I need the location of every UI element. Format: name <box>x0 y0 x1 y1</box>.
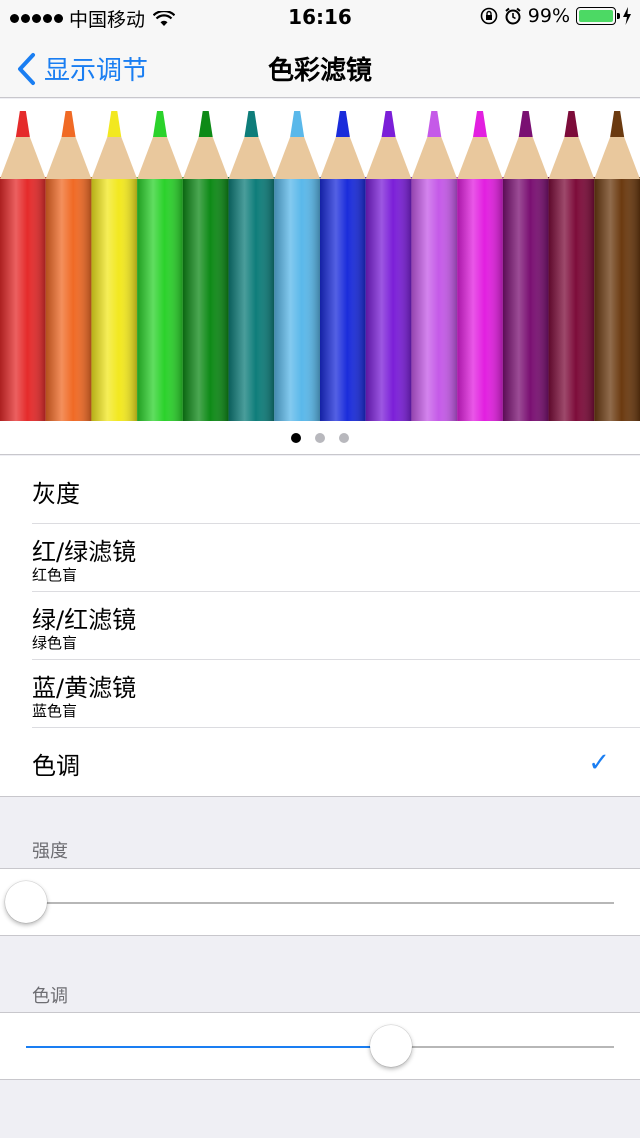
battery-icon <box>576 7 620 25</box>
filter-option[interactable]: 蓝/黄滤镜 蓝色盲 <box>32 660 640 728</box>
page-dot[interactable] <box>291 432 301 443</box>
pencil <box>182 111 229 421</box>
pencil <box>502 111 549 421</box>
pencil <box>137 111 183 421</box>
filter-option[interactable]: 灰度 <box>32 456 640 524</box>
status-bar: 中国移动 16:16 99% <box>0 0 640 32</box>
filter-option[interactable]: 色调 ✓ <box>32 728 640 796</box>
page-dot[interactable] <box>339 432 349 443</box>
filter-option[interactable]: 红/绿滤镜 红色盲 <box>32 524 640 592</box>
page-title: 色彩滤镜 <box>267 56 372 86</box>
intensity-section-label: 强度 <box>32 841 68 862</box>
navigation-bar: 显示调节 色彩滤镜 <box>0 32 640 98</box>
hue-slider-thumb[interactable] <box>369 1025 412 1067</box>
pencil <box>45 111 92 421</box>
orientation-lock-icon <box>480 7 498 25</box>
battery-percent: 99% <box>527 5 570 27</box>
colored-pencils-image <box>0 111 640 421</box>
filter-option-title: 红/绿滤镜 <box>32 538 137 566</box>
pencil <box>548 111 595 421</box>
charging-bolt-icon <box>623 7 631 25</box>
filter-option-subtitle: 蓝色盲 <box>32 702 78 720</box>
hue-slider[interactable] <box>0 1012 640 1080</box>
filter-option-title: 蓝/黄滤镜 <box>32 674 137 702</box>
pencil <box>228 111 275 421</box>
page-dot[interactable] <box>315 432 325 443</box>
checkmark-icon: ✓ <box>588 748 610 778</box>
hue-slider-fill <box>26 1046 391 1048</box>
filter-option-title: 绿/红滤镜 <box>32 606 137 634</box>
filter-preview-banner[interactable] <box>0 99 640 421</box>
pencil <box>320 111 366 421</box>
pencil <box>594 111 640 421</box>
filter-option-subtitle: 红色盲 <box>32 566 78 584</box>
alarm-icon <box>505 7 521 25</box>
filter-list: 灰度 红/绿滤镜 红色盲 绿/红滤镜 绿色盲 蓝/黄滤镜 蓝色盲 色调 ✓ <box>0 456 640 797</box>
status-right: 99% <box>480 5 632 27</box>
hue-slider-track[interactable] <box>26 1046 614 1048</box>
pencil <box>0 111 46 421</box>
filter-option-title: 色调 <box>32 752 80 780</box>
pencil <box>91 111 138 421</box>
page-indicator[interactable] <box>0 421 640 455</box>
pencil <box>411 111 458 421</box>
intensity-slider-thumb[interactable] <box>5 881 47 923</box>
filter-option-subtitle: 绿色盲 <box>32 634 78 652</box>
pencil <box>365 111 412 421</box>
intensity-slider[interactable] <box>0 868 640 936</box>
pencil <box>457 111 503 421</box>
filter-option[interactable]: 绿/红滤镜 绿色盲 <box>32 592 640 660</box>
pencil <box>274 111 320 421</box>
intensity-slider-track[interactable] <box>26 902 614 904</box>
hue-section-label: 色调 <box>32 986 68 1007</box>
filter-option-title: 灰度 <box>32 480 80 508</box>
